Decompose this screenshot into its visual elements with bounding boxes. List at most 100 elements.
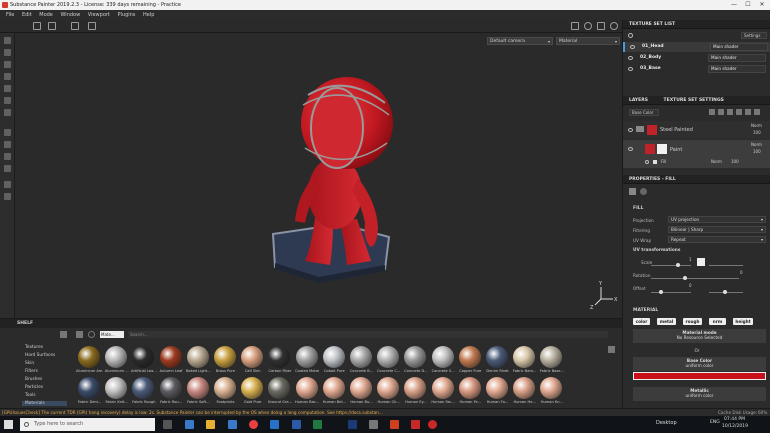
material-thumbnail[interactable] (295, 346, 318, 368)
material-thumbnail[interactable] (377, 377, 400, 399)
tab-layers[interactable]: LAYERS (629, 98, 648, 103)
shelf-category-selected[interactable]: Materials (22, 401, 67, 406)
menu-edit[interactable]: Edit (22, 12, 32, 18)
material-thumbnail[interactable] (322, 377, 345, 399)
render-icon[interactable] (610, 22, 618, 30)
scale-value[interactable]: 1 (689, 257, 692, 262)
channel-rough-button[interactable]: rough (683, 318, 702, 325)
shader-dropdown[interactable]: Main shader (708, 54, 766, 62)
add-folder-icon[interactable] (745, 109, 751, 115)
metallic-block[interactable]: Metallic uniform color (633, 387, 766, 401)
material-thumbnail[interactable] (350, 377, 372, 399)
edge-icon[interactable] (185, 420, 194, 429)
paint-brush-icon[interactable] (4, 37, 11, 44)
shelf-filter-tag[interactable]: Mate... (100, 331, 124, 338)
material-thumbnail[interactable] (322, 346, 345, 368)
material-thumbnail[interactable] (132, 346, 155, 368)
add-effect-icon[interactable] (709, 109, 715, 115)
shelf-category[interactable]: Brushes (25, 377, 42, 382)
shelf-category[interactable]: Tools (25, 393, 36, 398)
close-button[interactable]: ✕ (755, 0, 769, 10)
menu-help[interactable]: Help (143, 12, 154, 18)
outlook-icon[interactable] (270, 420, 279, 429)
material-thumbnail[interactable] (105, 346, 128, 368)
material-thumbnail[interactable] (540, 377, 563, 399)
shelf-category[interactable]: Skin (25, 361, 34, 366)
clone-icon[interactable] (4, 109, 11, 116)
layer-opacity[interactable]: 100 (753, 149, 761, 154)
blend-mode[interactable]: Norm (751, 142, 762, 147)
material-thumbnail[interactable] (241, 377, 264, 399)
menu-window[interactable]: Window (60, 12, 80, 18)
material-thumbnail[interactable] (486, 346, 508, 368)
rotation-slider[interactable] (651, 278, 739, 279)
offset-knob-v[interactable] (723, 290, 727, 294)
menu-plugins[interactable]: Plugins (118, 12, 136, 18)
camera-icon[interactable] (584, 22, 592, 30)
offset-slider-u[interactable] (651, 292, 691, 293)
channel-metal-button[interactable]: metal (657, 318, 676, 325)
camera-mode-icon[interactable] (88, 22, 96, 30)
desktop-label[interactable]: Desktop (656, 420, 677, 426)
projection-icon[interactable] (4, 61, 11, 68)
material-thumbnail[interactable] (268, 377, 291, 399)
word-icon[interactable] (292, 420, 301, 429)
fill-opacity[interactable]: 100 (731, 159, 739, 164)
shelf-category[interactable]: Filters (25, 369, 38, 374)
scale-slider[interactable] (651, 265, 691, 266)
layer-channel-dropdown[interactable]: Base Color (629, 109, 659, 116)
shader-settings-icon[interactable] (4, 165, 11, 172)
texture-set-settings-dropdown[interactable]: Settings (741, 32, 767, 39)
material-thumbnail[interactable] (159, 346, 182, 368)
log-icon[interactable] (4, 181, 11, 188)
material-thumbnail[interactable] (458, 377, 481, 399)
fill-tab-icon[interactable] (629, 188, 636, 195)
material-thumbnail[interactable] (78, 377, 100, 399)
3d-viewport[interactable]: Default camera Material (15, 33, 622, 318)
material-thumbnail[interactable] (268, 346, 291, 368)
material-thumbnail[interactable] (513, 346, 536, 368)
display-settings-icon[interactable] (571, 22, 579, 30)
new-project-icon[interactable] (33, 22, 41, 30)
base-color-block[interactable]: Base Color uniform color (633, 357, 766, 371)
add-mask-icon[interactable] (718, 109, 724, 115)
delete-layer-icon[interactable] (754, 109, 760, 115)
symmetry-icon[interactable] (71, 22, 79, 30)
maximize-button[interactable]: ☐ (741, 0, 755, 10)
polygon-fill-icon[interactable] (4, 85, 11, 92)
material-thumbnail[interactable] (105, 377, 128, 399)
filter-icon[interactable] (76, 331, 83, 338)
material-tab-icon[interactable] (640, 188, 647, 195)
tab-texture-set-settings[interactable]: TEXTURE SET SETTINGS (664, 98, 724, 103)
menu-viewport[interactable]: Viewport (88, 12, 110, 18)
texture-set-row[interactable]: 02_Body Main shader (623, 53, 770, 63)
scale-slider-2[interactable] (709, 265, 743, 266)
eye-icon[interactable] (628, 147, 633, 151)
substance-painter-icon[interactable] (411, 420, 420, 429)
excel-icon[interactable] (313, 420, 322, 429)
screenshot-icon[interactable] (597, 22, 605, 30)
shader-dropdown[interactable]: Main shader (708, 65, 766, 73)
grid-view-icon[interactable] (608, 346, 615, 353)
material-thumbnail[interactable] (404, 377, 427, 399)
material-thumbnail[interactable] (186, 377, 209, 399)
windows-start-icon[interactable] (4, 420, 13, 429)
material-thumbnail[interactable] (214, 346, 236, 368)
geometry-decal-icon[interactable] (4, 73, 11, 80)
visibility-icon[interactable] (628, 33, 633, 38)
material-thumbnail[interactable] (214, 377, 236, 399)
taskbar-search-input[interactable]: Type here to search (20, 418, 155, 431)
channel-nrm-button[interactable]: nrm (709, 318, 726, 325)
material-thumbnail[interactable] (132, 377, 155, 399)
material-thumbnail[interactable] (486, 377, 508, 399)
clock-date[interactable]: 10/12/2019 (722, 424, 748, 429)
filtering-dropdown[interactable]: Bilinear | Sharp (668, 226, 766, 233)
eye-icon[interactable] (628, 128, 633, 132)
smudge-icon[interactable] (4, 97, 11, 104)
minimize-button[interactable]: — (727, 0, 741, 10)
texture-set-row[interactable]: 03_Base Main shader (623, 64, 770, 74)
display-icon[interactable] (4, 153, 11, 160)
task-view-icon[interactable] (163, 420, 172, 429)
settings-icon[interactable] (4, 193, 11, 200)
material-thumbnail[interactable] (241, 346, 264, 368)
